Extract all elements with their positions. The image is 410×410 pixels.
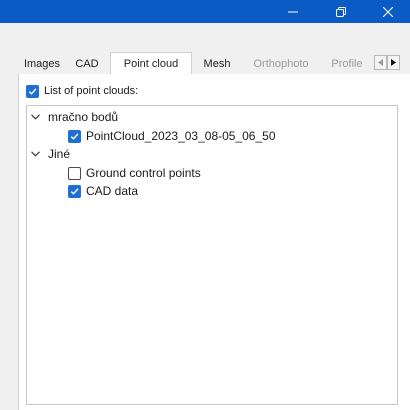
tree-item-checkbox[interactable] [68,184,81,198]
tab-point-cloud[interactable]: Point cloud [110,52,192,75]
triangle-left-icon [378,59,383,66]
tree-item-checkbox[interactable] [68,129,81,143]
tree-item-ground-control-points[interactable]: Ground control points [68,165,201,181]
minimize-button[interactable] [274,0,312,23]
tab-profile[interactable]: Profile [322,55,372,74]
tab-scroll-left-button[interactable] [374,55,387,70]
tree-item-label: PointCloud_2023_03_08-05_06_50 [86,129,276,143]
checkmark-icon [70,187,79,195]
tree-item-checkbox[interactable] [68,166,81,180]
tree-node-jine[interactable]: Jiné [29,146,70,162]
title-bar [0,0,410,23]
list-point-clouds-checkbox[interactable] [26,84,39,98]
tree-node-label: mračno bodů [48,110,119,124]
checkmark-icon [28,87,37,95]
triangle-right-icon [391,59,396,66]
tree-item-cad-data[interactable]: CAD data [68,183,138,199]
tab-orthophoto[interactable]: Orthophoto [242,55,320,74]
close-icon [383,6,393,17]
tab-images[interactable]: Images [18,55,66,74]
tab-mesh[interactable]: Mesh [194,55,240,74]
point-cloud-panel: List of point clouds: mračno bodů PointC… [18,74,410,410]
tab-bar: Images CAD Point cloud Mesh Orthophoto P… [18,52,410,75]
point-cloud-tree[interactable]: mračno bodů PointCloud_2023_03_08-05_06_… [26,105,398,405]
tree-item-label: Ground control points [86,166,201,180]
tree-item-label: CAD data [86,184,139,198]
minimize-icon [288,11,298,12]
close-button[interactable] [369,0,407,23]
tree-item-pointcloud[interactable]: PointCloud_2023_03_08-05_06_50 [68,128,276,144]
dialog-content: Images CAD Point cloud Mesh Orthophoto P… [0,23,410,410]
checkmark-icon [70,132,79,140]
tab-cad[interactable]: CAD [66,55,108,74]
tree-node-label: Jiné [48,147,71,161]
list-point-clouds-label: List of point clouds: [44,85,139,97]
tree-node-mracno-bodu[interactable]: mračno bodů [29,109,118,125]
restore-icon [336,6,346,17]
chevron-down-icon[interactable] [29,148,41,160]
restore-button[interactable] [322,0,360,23]
tab-scroll-right-button[interactable] [387,55,400,70]
chevron-down-icon[interactable] [29,111,41,123]
list-point-clouds-row[interactable]: List of point clouds: [26,83,138,99]
